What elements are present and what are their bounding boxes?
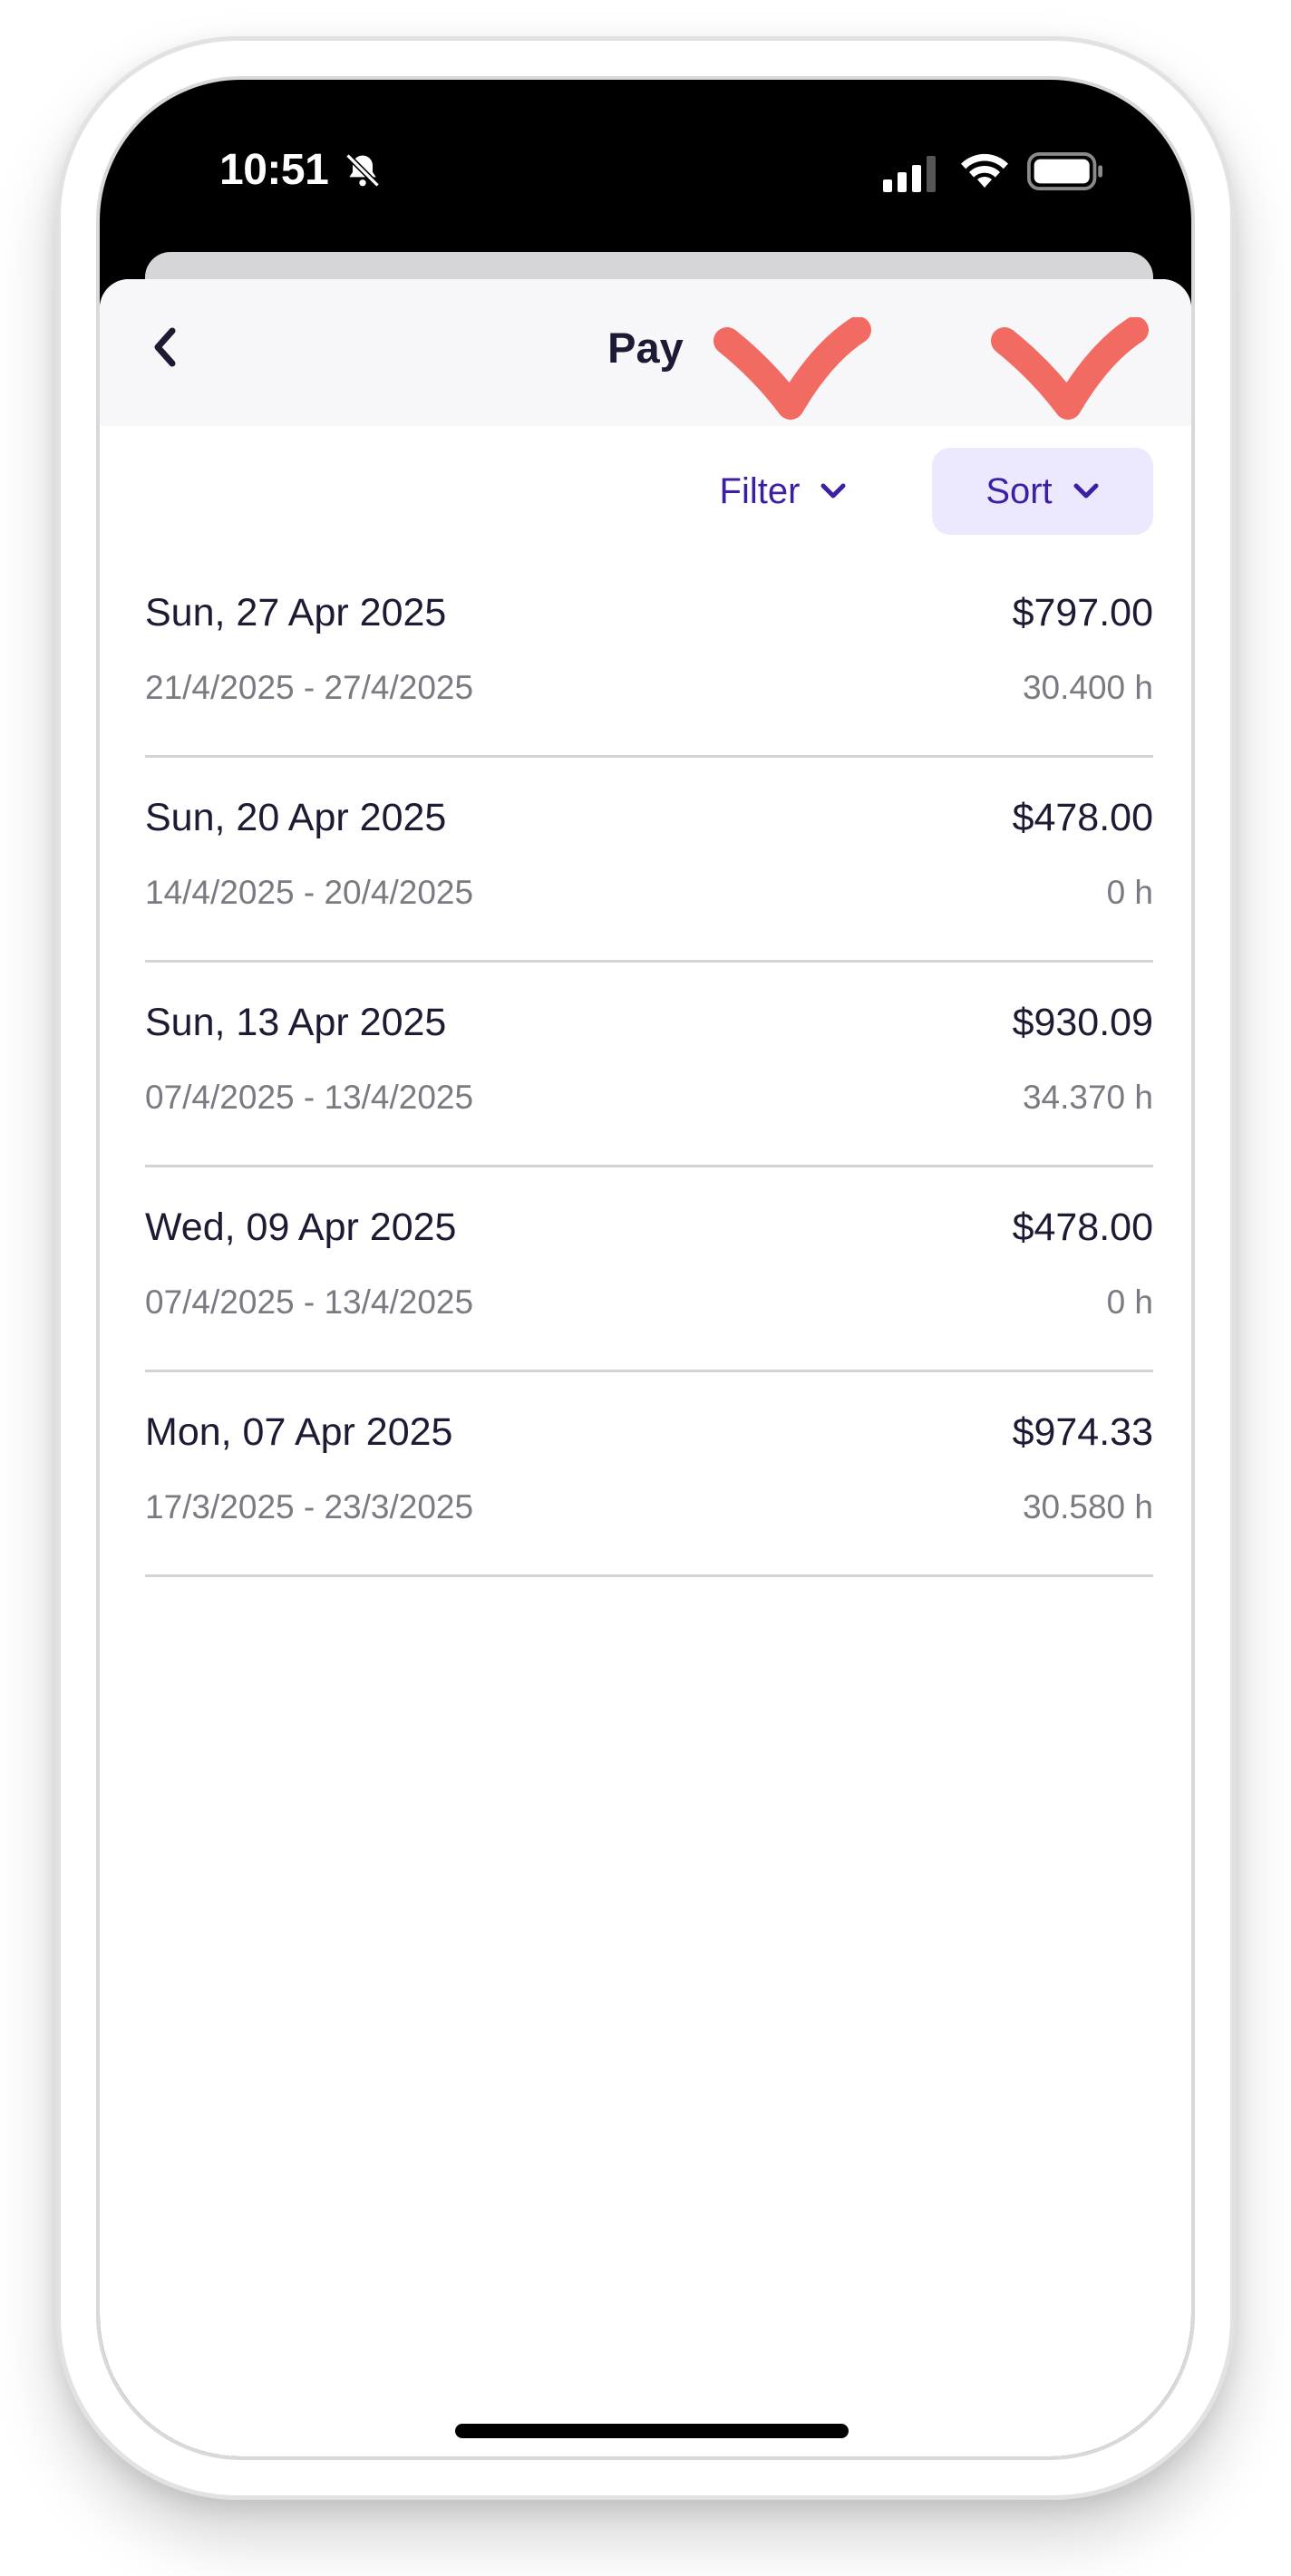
pay-date: Sun, 27 Apr 2025 (145, 591, 447, 634)
wifi-icon (961, 153, 1008, 188)
cellular-signal-icon (883, 156, 936, 192)
pay-row[interactable]: Sun, 13 Apr 2025 $930.09 07/4/2025 - 13/… (145, 963, 1153, 1167)
pay-list: Sun, 27 Apr 2025 $797.00 21/4/2025 - 27/… (145, 553, 1153, 1577)
sort-button[interactable]: Sort (932, 448, 1153, 535)
pay-amount: $478.00 (1012, 1206, 1153, 1249)
pay-amount: $797.00 (1012, 591, 1153, 634)
pay-sheet: Pay Filter Sort Sun, 27 Apr 2025 $797.00… (100, 279, 1191, 2456)
pay-date: Mon, 07 Apr 2025 (145, 1410, 453, 1454)
pay-row[interactable]: Sun, 27 Apr 2025 $797.00 21/4/2025 - 27/… (145, 553, 1153, 758)
pay-row[interactable]: Mon, 07 Apr 2025 $974.33 17/3/2025 - 23/… (145, 1372, 1153, 1577)
filter-label: Filter (719, 470, 801, 511)
pay-date: Sun, 13 Apr 2025 (145, 1001, 447, 1044)
list-controls: Filter Sort (100, 426, 1191, 553)
pay-row[interactable]: Wed, 09 Apr 2025 $478.00 07/4/2025 - 13/… (145, 1167, 1153, 1372)
battery-icon (1027, 152, 1103, 190)
pay-hours: 0 h (1106, 874, 1153, 911)
chevron-down-icon (820, 483, 846, 499)
pay-amount: $974.33 (1012, 1410, 1153, 1454)
home-indicator[interactable] (455, 2424, 849, 2438)
pay-hours: 0 h (1106, 1283, 1153, 1321)
checkmark-annotation-icon (713, 317, 871, 420)
pay-date: Wed, 09 Apr 2025 (145, 1206, 457, 1249)
pay-amount: $930.09 (1012, 1001, 1153, 1044)
pay-period: 07/4/2025 - 13/4/2025 (145, 1079, 474, 1116)
pay-hours: 34.370 h (1022, 1079, 1153, 1116)
pay-period: 17/3/2025 - 23/3/2025 (145, 1488, 474, 1525)
pay-period: 07/4/2025 - 13/4/2025 (145, 1283, 474, 1321)
pay-period: 21/4/2025 - 27/4/2025 (145, 669, 474, 706)
status-time: 10:51 (219, 146, 329, 194)
pay-period: 14/4/2025 - 20/4/2025 (145, 874, 474, 911)
status-bar: 10:51 (100, 80, 1191, 252)
pay-hours: 30.580 h (1022, 1488, 1153, 1525)
bell-slash-icon (345, 153, 380, 188)
checkmark-annotation-icon (991, 317, 1149, 420)
pay-hours: 30.400 h (1022, 669, 1153, 706)
phone-screen: 10:51 Pay Filter Sort Sun, 27 Apr 2025 $… (96, 76, 1195, 2460)
pay-date: Sun, 20 Apr 2025 (145, 796, 447, 839)
nav-bar: Pay (100, 279, 1191, 426)
pay-amount: $478.00 (1012, 796, 1153, 839)
sort-label: Sort (985, 470, 1053, 511)
chevron-down-icon (1073, 483, 1099, 499)
filter-button[interactable]: Filter (680, 448, 887, 535)
pay-row[interactable]: Sun, 20 Apr 2025 $478.00 14/4/2025 - 20/… (145, 758, 1153, 963)
